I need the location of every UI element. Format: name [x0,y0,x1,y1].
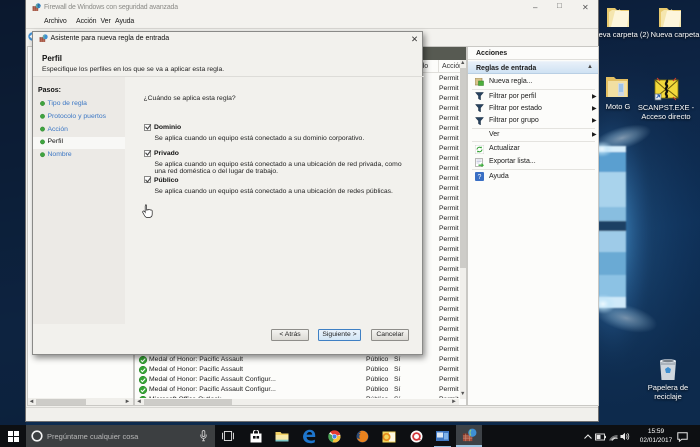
svg-text:?: ? [478,174,482,181]
